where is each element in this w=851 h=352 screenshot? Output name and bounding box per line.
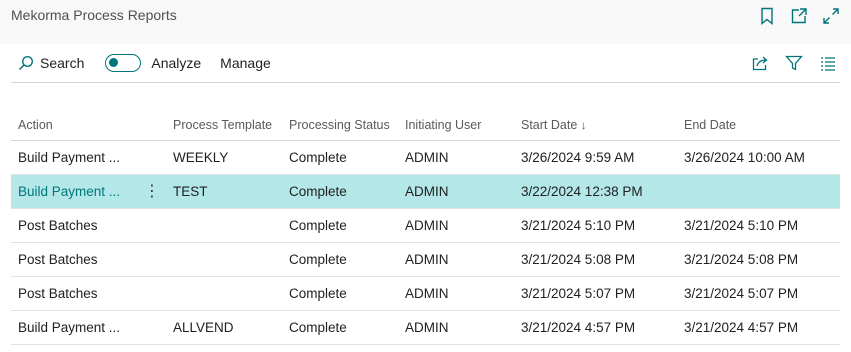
process-reports-table: Action Process Template Processing Statu… [11, 110, 840, 345]
cell-status: Complete [282, 208, 398, 243]
search-label: Search [40, 55, 85, 71]
cell-user: ADMIN [398, 310, 514, 345]
list-panel: Search Analyze Manage Action Process Tem… [0, 44, 851, 352]
cell-action[interactable]: Post Batches [11, 208, 166, 243]
cell-status: Complete [282, 310, 398, 345]
page-header: Mekorma Process Reports [0, 0, 851, 44]
analyze-label[interactable]: Analyze [151, 55, 201, 71]
table-row[interactable]: Post Batches Complete ADMIN 3/21/2024 5:08 … [11, 242, 840, 277]
cell-status: Complete [282, 174, 398, 209]
cell-user: ADMIN [398, 242, 514, 277]
column-header-processing-status[interactable]: Processing Status [282, 110, 398, 141]
cell-start: 3/26/2024 9:59 AM [514, 140, 677, 175]
action-link[interactable]: Build Payment ... [18, 320, 120, 335]
search-icon [18, 55, 34, 71]
cell-status: Complete [282, 140, 398, 175]
cell-action[interactable]: Build Payment ... ⋮ [11, 174, 166, 209]
cell-end: 3/21/2024 5:08 PM [677, 242, 840, 277]
filter-icon[interactable] [784, 53, 804, 73]
cell-user: ADMIN [398, 276, 514, 311]
page-title: Mekorma Process Reports [11, 7, 177, 23]
row-menu-icon[interactable]: ⋮ [144, 183, 160, 200]
sort-descending-icon: ↓ [580, 118, 587, 132]
cell-start: 3/21/2024 5:07 PM [514, 276, 677, 311]
table-row[interactable]: Build Payment ... WEEKLY Complete ADMIN 3/26… [11, 140, 840, 175]
cell-start: 3/21/2024 5:08 PM [514, 242, 677, 277]
action-bar: Search Analyze Manage [11, 44, 840, 83]
action-link[interactable]: Post Batches [18, 252, 98, 267]
cell-end: 3/21/2024 4:57 PM [677, 310, 840, 345]
cell-template [166, 208, 282, 243]
cell-template: TEST [166, 174, 282, 209]
table-row[interactable]: Build Payment ... ALLVEND Complete ADMIN 3/2… [11, 310, 840, 345]
start-date-label: Start Date [521, 118, 578, 132]
action-link[interactable]: Build Payment ... [18, 150, 120, 165]
cell-template [166, 242, 282, 277]
cell-action[interactable]: Build Payment ... [11, 140, 166, 175]
cell-template: WEEKLY [166, 140, 282, 175]
table-header-row: Action Process Template Processing Statu… [11, 110, 840, 141]
table-row[interactable]: Post Batches Complete ADMIN 3/21/2024 5:07 … [11, 276, 840, 311]
cell-end: 3/21/2024 5:10 PM [677, 208, 840, 243]
analyze-toggle[interactable] [105, 54, 142, 72]
cell-action[interactable]: Post Batches [11, 276, 166, 311]
cell-action[interactable]: Post Batches [11, 242, 166, 277]
cell-start: 3/21/2024 4:57 PM [514, 310, 677, 345]
column-header-end-date[interactable]: End Date [677, 110, 840, 141]
share-icon[interactable] [750, 53, 770, 73]
cell-end: 3/26/2024 10:00 AM [677, 140, 840, 175]
action-link[interactable]: Post Batches [18, 286, 98, 301]
expand-icon[interactable] [821, 6, 841, 26]
bookmark-icon[interactable] [757, 6, 777, 26]
cell-end [677, 174, 840, 209]
action-link[interactable]: Post Batches [18, 218, 98, 233]
table-row[interactable]: Post Batches Complete ADMIN 3/21/2024 5:10 … [11, 208, 840, 243]
search-button[interactable]: Search [18, 55, 84, 71]
column-header-process-template[interactable]: Process Template [166, 110, 282, 141]
open-new-window-icon[interactable] [789, 6, 809, 26]
cell-template [166, 276, 282, 311]
column-header-start-date[interactable]: Start Date ↓ [514, 110, 677, 141]
cell-template: ALLVEND [166, 310, 282, 345]
cell-start: 3/21/2024 5:10 PM [514, 208, 677, 243]
table-row[interactable]: Build Payment ... ⋮ TEST Complete ADMIN 3/22/… [11, 174, 840, 209]
column-header-initiating-user[interactable]: Initiating User [398, 110, 514, 141]
cell-status: Complete [282, 276, 398, 311]
manage-button[interactable]: Manage [220, 55, 271, 71]
cell-user: ADMIN [398, 140, 514, 175]
cell-action[interactable]: Build Payment ... [11, 310, 166, 345]
cell-user: ADMIN [398, 174, 514, 209]
cell-start: 3/22/2024 12:38 PM [514, 174, 677, 209]
column-header-action[interactable]: Action [11, 110, 166, 141]
cell-end: 3/21/2024 5:07 PM [677, 276, 840, 311]
list-view-icon[interactable] [818, 53, 838, 73]
action-link[interactable]: Build Payment ... [18, 184, 120, 199]
cell-user: ADMIN [398, 208, 514, 243]
cell-status: Complete [282, 242, 398, 277]
